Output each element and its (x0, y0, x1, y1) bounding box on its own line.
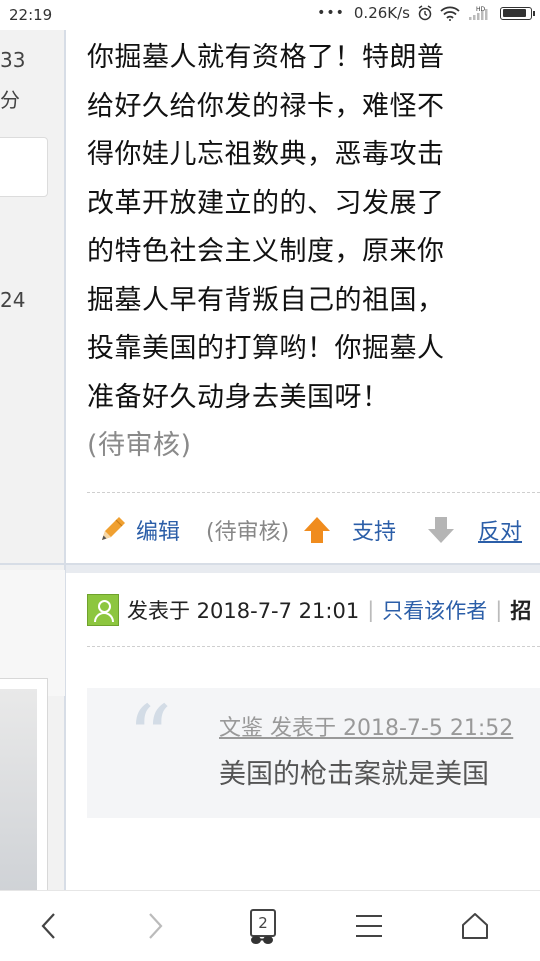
network-speed: 0.26K/s (353, 4, 410, 22)
tabs-button[interactable]: 2 (227, 891, 297, 961)
more-dots-icon: ••• (317, 5, 345, 21)
oppose-label: 反对 (478, 520, 523, 545)
status-time: 22:19 (9, 6, 53, 24)
separator: | (495, 598, 503, 622)
network-badge: HD (476, 6, 486, 13)
support-label: 支持 (352, 520, 397, 545)
post-actions: 编辑 (待审核) 支持 反对 (96, 510, 540, 550)
edit-label: 编辑 (136, 520, 181, 545)
alarm-icon (418, 5, 432, 21)
left-input-box (0, 137, 48, 197)
dashed-divider (87, 492, 540, 493)
only-author-link[interactable]: 只看该作者 (382, 595, 487, 625)
support-button[interactable]: 支持 (302, 510, 396, 550)
quote-mark-icon: “ (127, 686, 172, 789)
left-number-top: 33 (0, 48, 26, 72)
menu-icon (356, 915, 382, 937)
home-icon (462, 913, 488, 939)
next-post-header: 发表于 2018-7-7 21:01 | 只看该作者 | 招 (87, 592, 540, 628)
post-line: 得你娃儿忘祖数典，恶毒攻击 (87, 139, 445, 170)
cut-off-link[interactable]: 招 (510, 595, 531, 625)
quote-block: “ 文鉴 发表于 2018-7-5 21:52 美国的枪击案就是美国 (87, 688, 540, 818)
status-icons: ••• 0.26K/s HD (317, 4, 535, 22)
edit-button[interactable]: 编辑 (96, 510, 180, 550)
chevron-right-icon (149, 913, 163, 939)
post-separator (66, 565, 540, 573)
post-line: 的特色社会主义制度，原来你 (87, 236, 445, 267)
incognito-mask-icon (251, 936, 273, 944)
up-arrow-icon (304, 517, 330, 543)
post-line: 你掘墓人就有资格了！特朗普 (87, 42, 445, 73)
pending-status: (待审核) (206, 520, 290, 545)
quote-source-link[interactable]: 文鉴 发表于 2018-7-5 21:52 (219, 710, 513, 742)
separator: | (367, 598, 375, 622)
pending-review-label: (待审核) (87, 430, 192, 461)
oppose-button[interactable]: 反对 (426, 510, 522, 550)
signal-icon: HD (469, 6, 488, 20)
left-sidebar-fragment: 33 分 24 (0, 30, 66, 895)
post-content: 你掘墓人就有资格了！特朗普 给好久给你发的禄卡，难怪不 得你娃儿忘祖数典，恶毒攻… (87, 34, 527, 470)
forward-button[interactable] (120, 891, 190, 961)
left-label: 分 (0, 88, 20, 112)
post-line: 准备好久动身去美国呀！ (87, 381, 390, 413)
status-bar: 22:19 ••• 0.26K/s HD (0, 0, 540, 30)
pencil-icon (102, 517, 125, 540)
battery-icon (500, 6, 535, 20)
quote-text: 美国的枪击案就是美国 (219, 759, 489, 790)
back-button[interactable] (14, 891, 84, 961)
post-line: 投靠美国的打算哟！你掘墓人 (87, 333, 445, 364)
tab-count: 2 (258, 914, 268, 932)
posted-time: 发表于 2018-7-7 21:01 (127, 599, 360, 623)
down-arrow-icon (428, 517, 454, 543)
wifi-icon (440, 6, 460, 21)
bottom-navigation: 2 (0, 890, 540, 961)
dashed-divider (87, 646, 540, 647)
menu-button[interactable] (334, 891, 404, 961)
left-number-bottom: 24 (0, 288, 26, 312)
post-line: 改革开放建立的的、习发展了 (87, 187, 445, 219)
tabs-icon: 2 (250, 909, 276, 937)
post-line: 给好久给你发的禄卡，难怪不 (87, 90, 445, 122)
home-button[interactable] (440, 891, 510, 961)
column-divider (64, 30, 66, 890)
left-photo[interactable] (0, 678, 48, 895)
chevron-left-icon (41, 913, 55, 939)
post-line: 掘墓人早有背叛自己的祖国， (87, 284, 445, 316)
avatar[interactable] (87, 594, 119, 626)
